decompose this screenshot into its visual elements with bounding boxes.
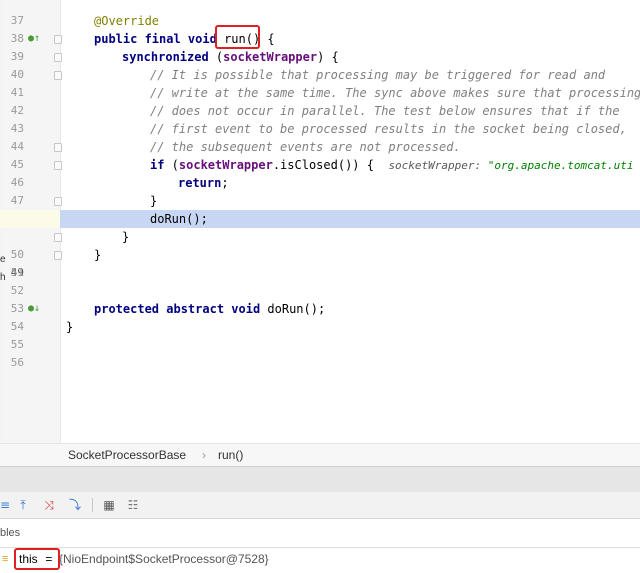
field-ref: socketWrapper [223,50,318,64]
code-line[interactable]: 45 // the subsequent events are not proc… [0,138,640,171]
code-line[interactable]: 55 } [0,318,640,351]
code-line[interactable]: 38 @Override [0,12,640,45]
run-method-highlight-box [215,25,260,49]
toolbar-separator [92,498,93,512]
fold-marker-icon[interactable] [54,143,62,152]
step-into-icon[interactable]: ⤒ [14,496,32,514]
code-line[interactable]: 50 } [0,228,640,261]
trace-icon[interactable]: ☷ [124,496,142,514]
force-step-into-icon[interactable]: ⤨ [40,496,58,514]
code-line[interactable]: 52 [0,264,640,297]
code-line[interactable]: 37 [0,0,640,27]
variables-tab[interactable]: bles [0,519,20,547]
fold-marker-icon[interactable] [54,197,62,206]
field-icon: ≡ [2,553,9,565]
breadcrumb-class[interactable]: SocketProcessorBase [68,444,186,466]
fold-marker-icon[interactable] [54,161,62,170]
inline-debug-value: socketWrapper: "org.apache.tomcat.uti [388,159,634,172]
debug-toolbar: ≡ ⤒ ⤨ ⤵ ▦ ☷ [0,492,640,519]
current-execution-line[interactable]: 49 doRun(); [0,210,640,279]
line-number: 56 [10,356,24,369]
code-line[interactable]: 43 // does not occur in parallel. The te… [0,102,640,135]
comment: // first event to be processed results i… [150,122,627,136]
fold-marker-icon[interactable] [54,53,62,62]
code-editor[interactable]: e h 37 38 @Override 39 ●↑ public final v… [0,0,640,443]
comment: // does not occur in parallel. The test … [150,104,620,118]
breadcrumb-method[interactable]: run() [218,444,243,466]
code-line[interactable]: 39 ●↑ public final void run() { [0,30,640,63]
fold-marker-icon[interactable] [54,251,62,260]
panel-divider[interactable] [0,466,640,493]
code-line[interactable]: 42 // write at the same time. The sync a… [0,84,640,117]
comment: // It is possible that processing may be… [150,68,606,82]
override-marker-icon[interactable]: ●↑ [28,30,44,48]
breadcrumb: SocketProcessorBase › run() [0,443,640,466]
code-line[interactable]: 56 [0,336,640,369]
code-line[interactable]: 47 return; [0,174,640,207]
comment: // write at the same time. The sync abov… [150,86,640,100]
keyword: public final void [94,32,217,46]
step-over-icon[interactable]: ≡ [0,496,14,514]
fold-marker-icon[interactable] [54,233,62,242]
code-line[interactable]: 54 ●↓ protected abstract void doRun(); [0,300,640,333]
fold-marker-icon[interactable] [54,35,62,44]
comment: // the subsequent events are not process… [150,140,461,154]
code-line[interactable]: 51 } [0,246,640,279]
field-ref: socketWrapper [178,158,273,172]
fold-marker-icon[interactable] [54,71,62,80]
evaluate-icon[interactable]: ▦ [100,496,118,514]
variable-row[interactable]: ≡ this = {NioEndpoint$SocketProcessor@75… [0,548,640,570]
code-line[interactable]: 46 if (socketWrapper.isClosed()) { socke… [0,156,640,189]
code-line[interactable]: 53 [0,282,640,315]
breadcrumb-separator: › [202,448,206,462]
code-line[interactable]: 48 } [0,192,640,225]
annotation: @Override [94,14,160,28]
code-line[interactable]: 41 // It is possible that processing may… [0,66,640,99]
code-line[interactable]: 44 // first event to be processed result… [0,120,640,153]
variable-value: {NioEndpoint$SocketProcessor@7528} [59,552,269,566]
implemented-marker-icon[interactable]: ●↓ [28,300,44,318]
step-out-icon[interactable]: ⤵ [66,496,84,514]
this-variable-highlight-box [14,548,60,570]
code-line[interactable]: 40 synchronized (socketWrapper) { [0,48,640,81]
variables-panel-header: bles [0,519,640,548]
